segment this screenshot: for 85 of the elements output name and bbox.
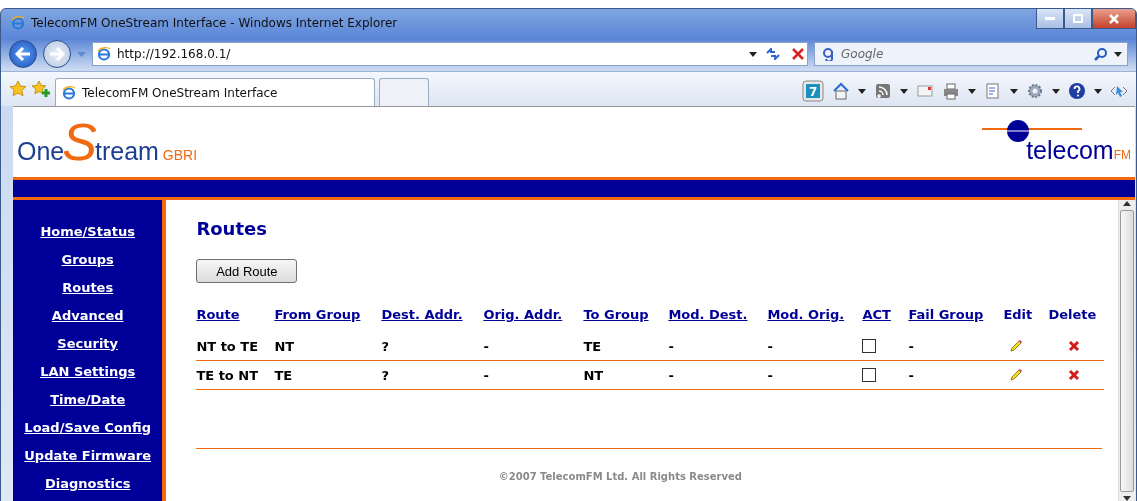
sidebar-link[interactable]: Update Firmware <box>24 445 152 467</box>
sidebar-link[interactable]: Groups <box>61 249 114 271</box>
mail-icon[interactable] <box>916 82 934 100</box>
gear-icon[interactable] <box>1026 82 1044 100</box>
back-button[interactable] <box>9 40 37 68</box>
browser-tab[interactable]: TelecomFM OneStream Interface <box>55 78 375 106</box>
window-title: TelecomFM OneStream Interface - Windows Internet Explorer <box>31 16 398 30</box>
table-cell: NT <box>583 361 669 390</box>
column-header-link[interactable]: Mod. Orig. <box>767 303 863 332</box>
ie-logo-icon <box>97 47 111 61</box>
column-header-link[interactable]: To Group <box>583 303 669 332</box>
search-icon[interactable] <box>1094 47 1108 61</box>
maximize-icon <box>1073 14 1083 23</box>
caret-icon[interactable] <box>749 51 757 57</box>
left-arrow-icon <box>15 47 31 61</box>
search-provider-icon <box>822 47 834 61</box>
forward-button[interactable] <box>43 40 71 68</box>
act-checkbox[interactable] <box>862 339 877 353</box>
table-cell: ? <box>381 332 484 361</box>
favorites-star-icon[interactable] <box>9 80 27 98</box>
table-cell: - <box>668 332 768 361</box>
page-heading: Routes <box>196 218 268 239</box>
column-header-link[interactable]: Fail Group <box>908 303 1004 332</box>
product-logo: OneStream GBRI <box>17 116 198 168</box>
search-field[interactable]: Google <box>814 42 1128 66</box>
close-icon <box>1109 13 1119 24</box>
scroll-down-icon[interactable] <box>1123 496 1132 501</box>
table-cell: TE to NT <box>196 361 275 390</box>
minimize-icon <box>1045 16 1055 21</box>
sidebar-link[interactable]: Diagnostics <box>45 473 131 495</box>
sidebar-link[interactable]: Routes <box>62 277 114 299</box>
table-cell: - <box>908 361 1004 390</box>
right-arrow-icon <box>49 47 65 61</box>
table-cell: - <box>483 332 584 361</box>
table-cell: - <box>908 332 1004 361</box>
act-checkbox[interactable] <box>862 368 877 382</box>
caret-icon[interactable] <box>1052 88 1060 94</box>
stop-button[interactable] <box>789 48 807 60</box>
table-cell: TE <box>583 332 669 361</box>
copyright-text: ©2007 TelecomFM Ltd. All Rights Reserved <box>498 471 742 482</box>
ie-logo-icon <box>11 16 25 30</box>
caret-icon[interactable] <box>900 88 908 94</box>
add-favorite-icon[interactable] <box>31 80 51 98</box>
column-header-link[interactable]: Orig. Addr. <box>483 303 584 332</box>
company-logo: telecomFM <box>982 119 1131 165</box>
maximize-button[interactable] <box>1064 9 1092 29</box>
badge-icon[interactable]: 7 <box>802 80 824 102</box>
caret-icon[interactable] <box>968 88 976 94</box>
sidebar-link[interactable]: Time/Date <box>50 389 126 411</box>
column-header-link[interactable]: ACT <box>862 303 909 332</box>
minimize-button[interactable] <box>1036 9 1064 29</box>
delete-icon[interactable] <box>1068 369 1081 381</box>
home-icon[interactable] <box>832 82 850 100</box>
delete-icon[interactable] <box>1068 340 1081 352</box>
pencil-icon[interactable] <box>1009 368 1024 382</box>
sidebar-link[interactable]: Advanced <box>51 305 124 327</box>
table-cell: - <box>668 361 768 390</box>
sidebar-link[interactable]: LAN Settings <box>40 361 136 383</box>
caret-icon[interactable] <box>858 88 866 94</box>
column-header-link[interactable]: Mod. Dest. <box>668 303 768 332</box>
column-header-link[interactable]: Dest. Addr. <box>381 303 484 332</box>
close-button[interactable] <box>1092 9 1136 29</box>
column-header: Edit <box>1003 306 1034 324</box>
column-header-link[interactable]: Route <box>196 303 275 332</box>
address-field[interactable]: http://192.168.0.1/ <box>92 42 808 66</box>
table-cell: TE <box>274 361 382 390</box>
table-cell: NT to TE <box>196 332 275 361</box>
sidebar-link[interactable]: Home/Status <box>40 221 135 243</box>
column-header-link[interactable]: From Group <box>274 303 382 332</box>
sidebar-link[interactable]: Security <box>57 333 119 355</box>
print-icon[interactable] <box>942 82 960 100</box>
table-cell: ? <box>381 361 484 390</box>
sidebar-link[interactable]: Load/Save Config <box>24 417 151 439</box>
pencil-icon[interactable] <box>1009 339 1024 353</box>
scrollbar[interactable] <box>1118 200 1135 501</box>
rss-feed-icon[interactable] <box>874 82 892 100</box>
help-icon[interactable] <box>1068 82 1086 100</box>
ie-logo-icon <box>62 85 76 100</box>
table-cell: - <box>483 361 584 390</box>
caret-icon[interactable] <box>1094 88 1102 94</box>
caret-icon[interactable] <box>1010 88 1018 94</box>
caret-icon[interactable] <box>1114 51 1122 57</box>
add-route-button[interactable]: Add Route <box>196 259 298 283</box>
table-cell: NT <box>274 332 382 361</box>
column-header: Delete <box>1048 306 1098 324</box>
